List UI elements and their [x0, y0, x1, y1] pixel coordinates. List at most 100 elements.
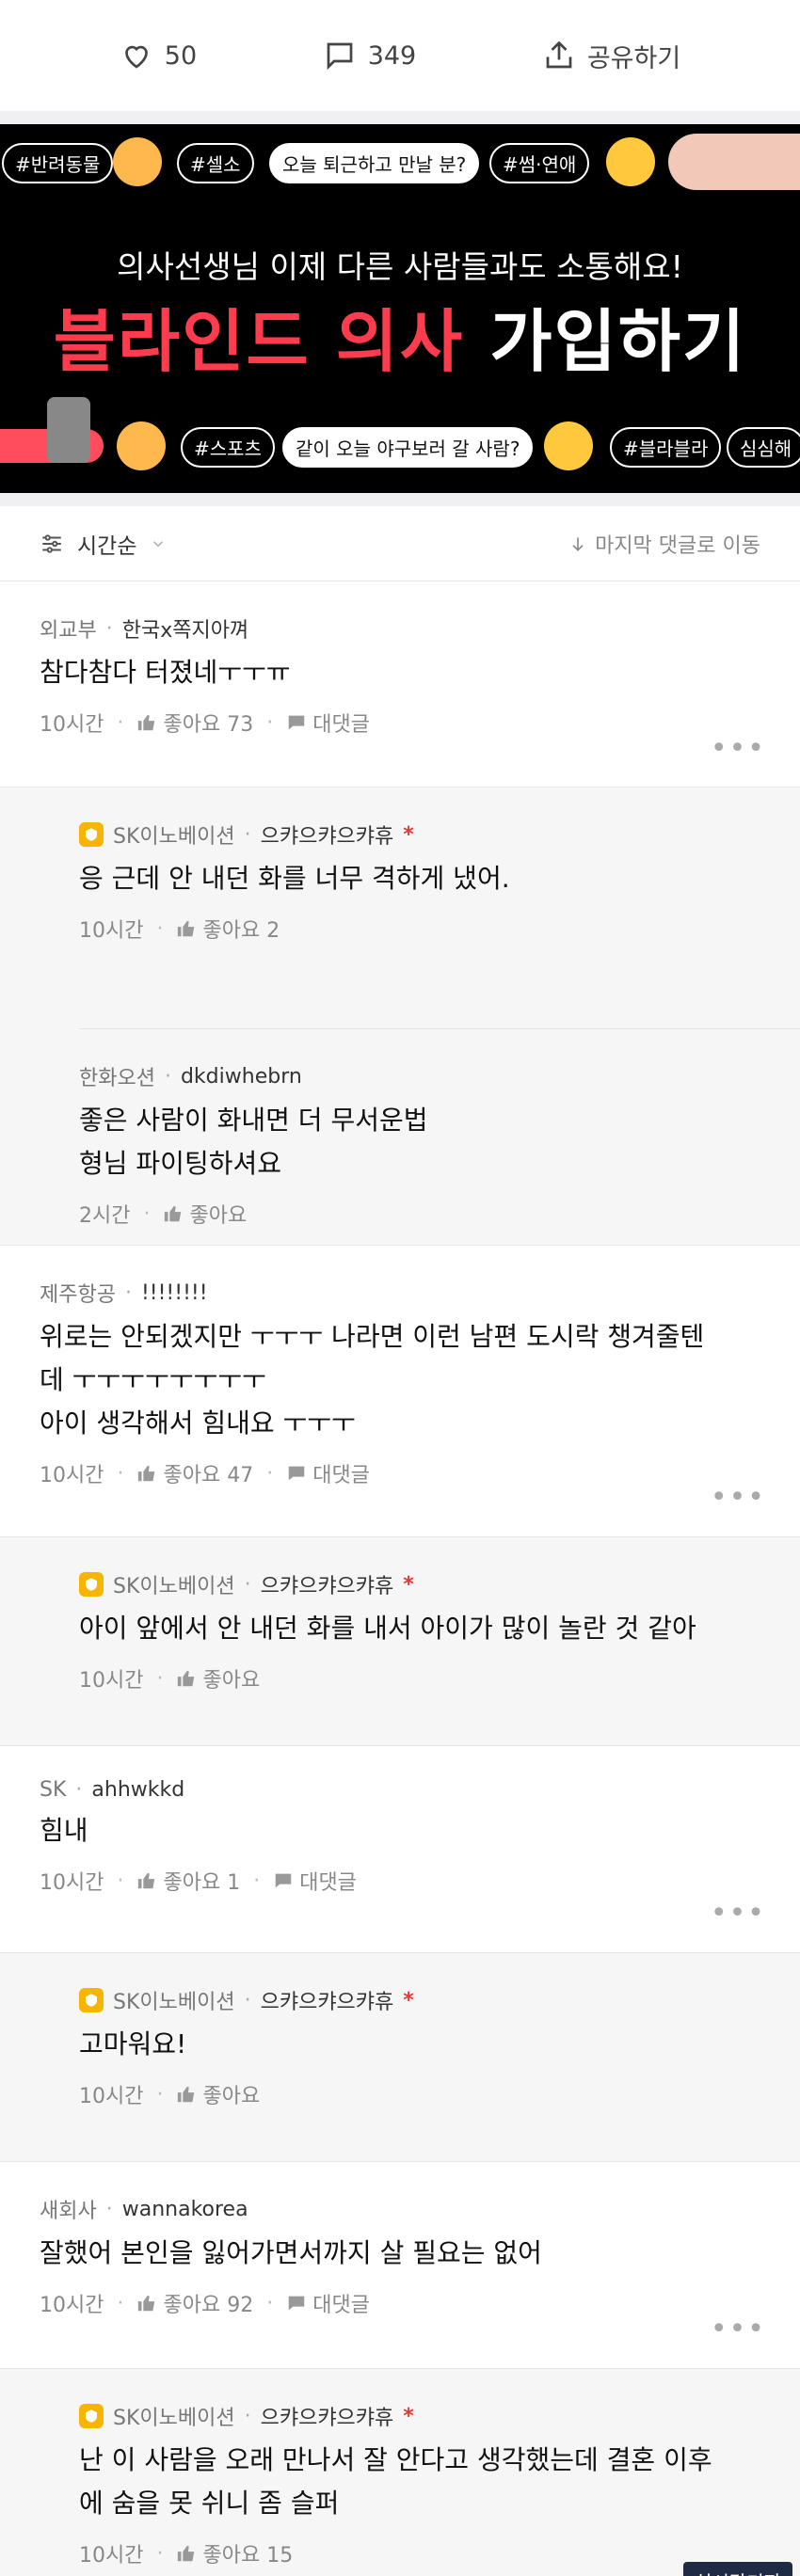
comment-sort-bar: 시간순 마지막 댓글로 이동: [0, 506, 800, 581]
reply-action[interactable]: 대댓글: [286, 1458, 370, 1488]
like-action[interactable]: 좋아요: [176, 2079, 260, 2109]
comment-time: 10시간: [79, 2085, 144, 2108]
share-button[interactable]: 공유하기: [542, 38, 680, 74]
sort-dropdown[interactable]: 시간순: [40, 528, 167, 560]
banner-title-white: 가입하기: [489, 302, 747, 381]
comment-nick: 으캬으캬으캬휴: [260, 1575, 394, 1598]
jump-label: 마지막 댓글로 이동: [595, 533, 760, 558]
heart-eyes-emoji-icon: [606, 137, 655, 186]
like-action[interactable]: 좋아요 15: [176, 2538, 293, 2568]
blind-doctor-ad-banner[interactable]: #반려동물 #셀소 오늘 퇴근하고 만날 분? #썸·연애 의사선생님 이제 다…: [0, 124, 800, 493]
comment: SK · ahhwkkd 힘내 10시간 · 좋아요 1 · 대댓글 •••: [0, 1746, 800, 1953]
share-label: 공유하기: [586, 43, 681, 73]
comment-body: 난 이 사람을 오래 만나서 잘 안다고 생각했는데 결혼 이후 에 숨을 못 …: [79, 2444, 712, 2519]
comment-company: SK이노베이션: [113, 1991, 235, 2014]
banner-chip: 심심해: [727, 427, 800, 468]
banner-title-red: 블라인드 의사: [53, 302, 465, 381]
heart-icon: [124, 45, 148, 69]
comment-body: 좋은 사람이 화내면 더 무서운법 형님 파이팅하셔요: [79, 1105, 428, 1179]
blush-emoji-icon: [117, 421, 166, 470]
banner-title: 블라인드 의사 가입하기: [0, 286, 800, 385]
hand-illustration-icon: [668, 134, 800, 190]
thumbs-up-icon: [138, 714, 155, 731]
banner-chip: #썸·연애: [489, 143, 590, 183]
reply-thread: SK이노베이션 · 으캬으캬으캬휴 * 아이 앞에서 안 내던 화를 내서 아이가…: [0, 1537, 800, 1746]
thumbs-up-icon: [138, 1465, 155, 1482]
arrow-down-icon: [572, 536, 584, 551]
neutral-emoji-icon: [544, 421, 593, 470]
author-marker: *: [403, 1988, 414, 2012]
like-action[interactable]: 좋아요 47: [136, 1458, 253, 1488]
comment-company: SK: [40, 1778, 67, 1802]
comment-company: 외교부: [40, 619, 97, 643]
more-options-icon[interactable]: •••: [711, 1897, 766, 1930]
bunny-illustration-icon: [47, 397, 90, 463]
comment-button[interactable]: 349: [323, 39, 416, 72]
comment-time: 10시간: [79, 2544, 144, 2568]
like-button[interactable]: 50: [120, 39, 197, 72]
comment-time: 2시간: [79, 1204, 131, 1228]
banner-chip: #반려동물: [2, 143, 114, 183]
reply-action[interactable]: 대댓글: [286, 708, 370, 738]
like-count: 50: [164, 40, 198, 71]
sliders-icon: [42, 533, 61, 553]
thumbs-up-icon: [178, 1670, 195, 1687]
comment-nick: ahhwkkd: [91, 1778, 185, 1802]
comment-nick: 한국x쪽지아껴: [121, 619, 249, 643]
sort-label: 시간순: [77, 533, 137, 559]
thumbs-up-icon: [138, 2295, 155, 2312]
comment: 새회사 · wannakorea 잘했어 본인을 잃어가면서까지 살 필요는 없어…: [0, 2162, 800, 2369]
like-action[interactable]: 좋아요: [163, 1199, 247, 1229]
reply-thread: SK이노베이션 · 으캬으캬으캬휴 * 고마워요! 10시간 · 좋아요: [0, 1953, 800, 2162]
comment-body: 잘했어 본인을 잃어가면서까지 살 필요는 없어: [40, 2237, 542, 2268]
more-options-icon[interactable]: •••: [711, 1481, 766, 1514]
like-action[interactable]: 좋아요 92: [136, 2288, 253, 2318]
like-action[interactable]: 좋아요: [176, 1663, 260, 1693]
comment-company: SK이노베이션: [113, 825, 235, 849]
comment: 제주항공 · !!!!!!!! 위로는 안되겠지만 ㅜㅜㅜ 나라면 이런 남편 도…: [0, 1246, 800, 1537]
comment-company: 제주항공: [40, 1283, 116, 1307]
comment-body: 고마워요!: [79, 2028, 187, 2059]
like-action[interactable]: 좋아요 73: [136, 708, 253, 738]
company-badge-icon: [79, 2404, 104, 2428]
comment-nick: wannakorea: [121, 2197, 248, 2221]
banner-chip: #스포츠: [181, 427, 275, 468]
comment: 외교부 · 한국x쪽지아껴 참다참다 터졌네ㅜㅜㅠ 10시간 · 좋아요 73 · 대…: [0, 581, 800, 787]
comment-time: 10시간: [79, 1669, 144, 1693]
more-options-icon[interactable]: •••: [711, 2313, 766, 2345]
comment-time: 10시간: [40, 2294, 104, 2317]
like-action[interactable]: 좋아요 1: [136, 1866, 240, 1896]
section-divider: [0, 493, 800, 506]
banner-chip: #블라블라: [610, 427, 722, 468]
author-marker: *: [403, 2404, 414, 2428]
post-action-bar: 50 349 공유하기: [0, 0, 800, 124]
author-marker: *: [403, 1572, 414, 1597]
thumbs-up-icon: [178, 2545, 195, 2562]
company-badge-icon: [79, 1572, 104, 1597]
comment-body: 위로는 안되겠지만 ㅜㅜㅜ 나라면 이런 남편 도시락 챙겨줄텐 데 ㅜㅜㅜㅜㅜ…: [40, 1321, 705, 1439]
like-action[interactable]: 좋아요 2: [176, 914, 280, 944]
chat-bubble-icon: [275, 1873, 292, 1888]
reply-action[interactable]: 대댓글: [286, 2288, 370, 2318]
thumbs-up-icon: [138, 1872, 155, 1889]
comment-icon: [327, 42, 353, 71]
comment-time: 10시간: [40, 713, 104, 737]
comment-company: SK이노베이션: [113, 1575, 235, 1598]
chat-bubble-icon: [288, 715, 305, 730]
company-badge-icon: [79, 822, 104, 847]
comment-nick: !!!!!!!!: [140, 1280, 208, 1305]
company-badge-icon: [79, 1988, 104, 2012]
thumbs-up-icon: [178, 2086, 195, 2103]
author-marker: *: [403, 822, 414, 847]
reply-thread: SK이노베이션 · 으캬으캬으캬휴 * 난 이 사람을 오래 만나서 잘 안다고 …: [0, 2369, 800, 2576]
comment-time: 10시간: [40, 1871, 104, 1895]
comment-company: 새회사: [40, 2200, 97, 2223]
comment-body: 참다참다 터졌네ㅜㅜㅠ: [40, 657, 291, 688]
reply-action[interactable]: 대댓글: [273, 1866, 357, 1896]
comment-body: 아이 앞에서 안 내던 화를 내서 아이가 많이 놀란 것 같아: [79, 1613, 696, 1644]
more-options-icon[interactable]: •••: [711, 732, 766, 765]
thumbs-up-icon: [178, 920, 195, 937]
jump-to-last-comment[interactable]: 마지막 댓글로 이동: [568, 529, 760, 559]
comment-company: 한화오션: [79, 1067, 155, 1090]
banner-chip: #셀소: [177, 143, 254, 183]
